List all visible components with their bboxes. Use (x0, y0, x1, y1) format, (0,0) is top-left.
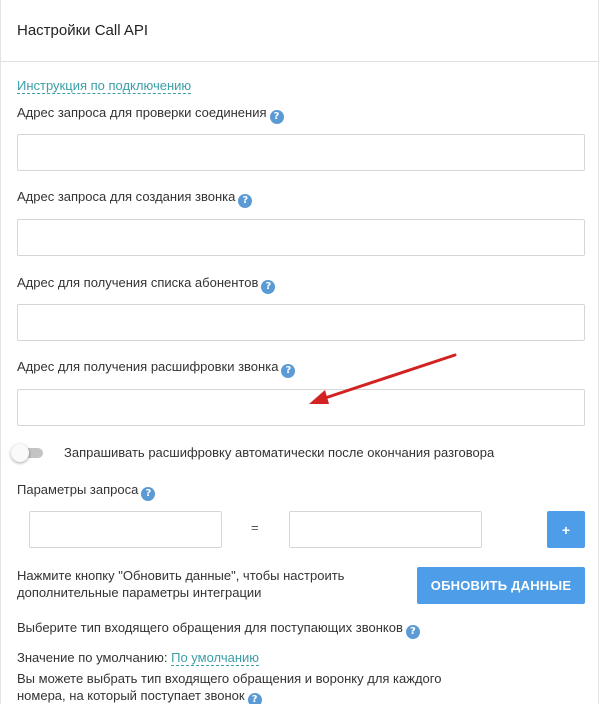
help-circle-icon[interactable]: ? (281, 364, 296, 378)
update-data-button[interactable]: ОБНОВИТЬ ДАННЫЕ (417, 567, 585, 604)
incoming-type-label: Выберите тип входящего обращения для пос… (17, 620, 420, 639)
modal-title: Настройки Call API (17, 22, 149, 39)
help-circle-icon[interactable]: ? (405, 625, 420, 639)
instruction-link[interactable]: Инструкция по подключению (17, 78, 192, 94)
help-circle-icon[interactable]: ? (261, 280, 276, 294)
help-circle-icon[interactable]: ? (238, 194, 253, 208)
equals-sign: = (251, 520, 259, 535)
default-value-dropdown[interactable]: По умолчанию (171, 650, 260, 666)
subscribers-label-text: Адрес для получения списка абонентов (17, 275, 259, 290)
request-params-label: Параметры запроса? (17, 482, 156, 501)
check-connection-url-input[interactable] (17, 134, 585, 171)
call-api-settings-modal: Настройки Call API Инструкция по подключ… (0, 0, 599, 704)
create-call-label-text: Адрес запроса для создания звонка (17, 189, 236, 204)
add-param-button[interactable]: + (547, 511, 585, 548)
default-value-label: Значение по умолчанию: (17, 650, 168, 665)
help-circle-icon[interactable]: ? (247, 693, 262, 704)
modal-header: Настройки Call API (1, 0, 598, 62)
help-circle-icon[interactable]: ? (269, 110, 284, 124)
create-call-label: Адрес запроса для создания звонка? (17, 189, 253, 208)
help-circle-icon[interactable]: ? (141, 487, 156, 501)
check-connection-label: Адрес запроса для проверки соединения? (17, 105, 284, 124)
toggle-knob (11, 444, 29, 462)
check-connection-label-text: Адрес запроса для проверки соединения (17, 105, 267, 120)
param-key-input[interactable] (29, 511, 222, 548)
incoming-type-label-text: Выберите тип входящего обращения для пос… (17, 620, 403, 635)
update-hint-text: Нажмите кнопку "Обновить данные", чтобы … (17, 568, 345, 600)
request-params-label-text: Параметры запроса (17, 482, 139, 497)
create-call-url-input[interactable] (17, 219, 585, 256)
auto-transcription-label: Запрашивать расшифровку автоматически по… (64, 445, 495, 460)
subscribers-label: Адрес для получения списка абонентов? (17, 275, 276, 294)
per-number-note: Вы можете выбрать тип входящего обращени… (17, 670, 487, 704)
default-value-row: Значение по умолчанию: По умолчанию (17, 650, 260, 666)
param-value-input[interactable] (289, 511, 482, 548)
subscribers-url-input[interactable] (17, 304, 585, 341)
transcription-url-input[interactable] (17, 389, 585, 426)
transcription-label: Адрес для получения расшифровки звонка? (17, 359, 296, 378)
per-number-note-text: Вы можете выбрать тип входящего обращени… (17, 671, 442, 703)
auto-transcription-toggle[interactable] (11, 444, 51, 462)
transcription-label-text: Адрес для получения расшифровки звонка (17, 359, 279, 374)
